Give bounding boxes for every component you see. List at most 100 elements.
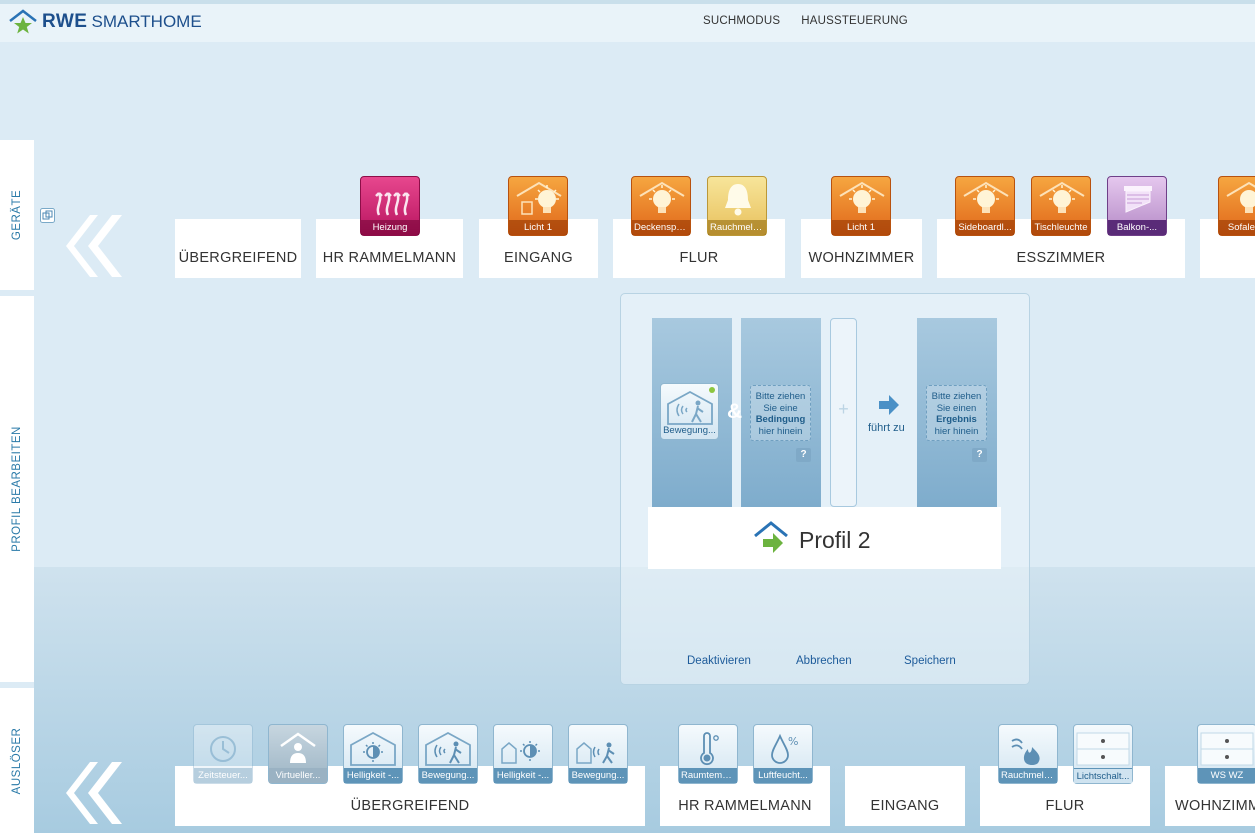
- trigger-tile-label: Luftfeucht...: [754, 768, 812, 783]
- trigger-tile-zeitsteuerung[interactable]: Zeitsteuer...: [193, 724, 253, 784]
- leads-to-label: führt zu: [868, 422, 905, 434]
- device-tile-tischleuchte[interactable]: Tischleuchte: [1031, 176, 1091, 236]
- device-tile-rauchmelder[interactable]: Rauchmeld...: [707, 176, 767, 236]
- device-tile-label: Sofaleu...: [1219, 220, 1255, 235]
- switch-icon: [1200, 732, 1254, 766]
- device-tile-balkon[interactable]: Balkon-...: [1107, 176, 1167, 236]
- virtual-resident-icon: [280, 732, 316, 763]
- device-tile-licht1-wohnzimmer[interactable]: Licht 1: [831, 176, 891, 236]
- device-tile-label: Deckenspots: [632, 220, 690, 235]
- tab-ausloeser[interactable]: AUSLÖSER: [0, 688, 34, 833]
- bulb-icon: [639, 181, 685, 213]
- trigger-tile-label: Bewegung...: [569, 768, 627, 783]
- dropzone-text-bold: Bedingung: [755, 414, 806, 425]
- deactivate-button[interactable]: Deaktivieren: [687, 655, 751, 667]
- trigger-tile-raumtemperatur[interactable]: Raumtemp...: [678, 724, 738, 784]
- trigger-tile-virtueller-bewohner[interactable]: Virtueller...: [268, 724, 328, 784]
- trigger-tile-label: Helligkeit -...: [344, 768, 402, 783]
- device-tile-sofaleuchte[interactable]: Sofaleu...: [1218, 176, 1255, 236]
- condition-dropzone[interactable]: Bitte ziehen Sie eine Bedingung hier hin…: [750, 385, 811, 441]
- profile-name[interactable]: Profil 2: [799, 527, 871, 554]
- trigger-tile-bewegung-2[interactable]: Bewegung...: [568, 724, 628, 784]
- trigger-tile-ws-wz[interactable]: WS WZ: [1197, 724, 1255, 784]
- cancel-button[interactable]: Abbrechen: [796, 655, 852, 667]
- trigger-tile-bewegung-1[interactable]: Bewegung...: [418, 724, 478, 784]
- help-icon[interactable]: ?: [972, 448, 987, 462]
- device-tile-label: Licht 1: [832, 220, 890, 235]
- room-label: HR RAMMELMANN: [678, 798, 812, 814]
- trigger-room-eingang[interactable]: EINGANG: [845, 766, 965, 826]
- trigger-tile-luftfeuchtigkeit[interactable]: % Luftfeucht...: [753, 724, 813, 784]
- room-label: ESSZIMMER: [1016, 250, 1106, 266]
- room-label: EINGANG: [870, 798, 940, 814]
- device-tile-licht1-eingang[interactable]: Licht 1: [508, 176, 568, 236]
- device-tile-heizung[interactable]: Heizung: [360, 176, 420, 236]
- trigger-tile-label: Rauchmeld...: [999, 768, 1057, 783]
- device-tile-label: Sideboardl...: [956, 220, 1014, 235]
- device-tile-sideboardleuchte[interactable]: Sideboardl...: [955, 176, 1015, 236]
- device-tile-label: Heizung: [361, 220, 419, 235]
- device-tile-label: Rauchmeld...: [708, 220, 766, 235]
- switch-icon: [1076, 732, 1130, 766]
- dropzone-text: Bitte ziehen: [755, 391, 806, 402]
- header-bar: RWE SMARTHOME SUCHMODUS HAUSSTEUERUNG: [0, 0, 1255, 42]
- condition-tile-label: Bewegung...: [663, 425, 716, 436]
- help-icon[interactable]: ?: [796, 448, 811, 462]
- room-label: ÜBERGREIFEND: [350, 798, 470, 814]
- device-tile-label: Licht 1: [509, 220, 567, 235]
- shutter-icon: [1124, 186, 1152, 213]
- device-room-uebergreifend[interactable]: ÜBERGREIFEND: [175, 219, 301, 278]
- brand-logo[interactable]: RWE SMARTHOME: [8, 9, 202, 35]
- nav-suchmodus[interactable]: SUCHMODUS: [703, 15, 780, 27]
- trigger-tile-label: Virtueller...: [269, 768, 327, 783]
- tab-profil-label: PROFIL BEARBEITEN: [11, 426, 23, 552]
- smoke-flame-icon: [1011, 738, 1040, 765]
- bell-icon: [725, 184, 751, 216]
- profile-title-bar: Profil 2: [648, 507, 1001, 569]
- bulb-icon: [963, 181, 1009, 213]
- brand-rwe: RWE: [42, 11, 88, 32]
- tab-profil-bearbeiten[interactable]: PROFIL BEARBEITEN: [0, 296, 34, 682]
- trigger-tile-rauchmelder[interactable]: Rauchmeld...: [998, 724, 1058, 784]
- scroll-left-triggers-icon[interactable]: [62, 762, 124, 824]
- arrow-right-icon: [879, 395, 899, 415]
- dropzone-text: Sie eine: [763, 402, 798, 414]
- dropzone-text-bold: Ergebnis: [936, 414, 977, 425]
- room-label: FLUR: [1045, 798, 1085, 814]
- house-star-icon: [9, 9, 37, 34]
- save-button[interactable]: Speichern: [904, 655, 956, 667]
- trigger-tile-helligkeit-1[interactable]: Helligkeit -...: [343, 724, 403, 784]
- condition-tile-bewegung[interactable]: Bewegung...: [660, 383, 719, 440]
- trigger-tile-helligkeit-2[interactable]: Helligkeit -...: [493, 724, 553, 784]
- and-symbol: &: [727, 400, 743, 423]
- tab-geraete-label: GERÄTE: [11, 189, 23, 241]
- plus-symbol: +: [838, 399, 849, 419]
- trigger-tile-label: Raumtemp...: [679, 768, 737, 783]
- room-label: EINGANG: [504, 250, 573, 266]
- nav-haussteuerung[interactable]: HAUSSTEUERUNG: [801, 15, 908, 27]
- status-dot: [709, 387, 715, 393]
- profile-house-arrow-icon: [754, 521, 788, 553]
- thermometer-icon: [700, 732, 719, 766]
- bulb-icon: [516, 181, 562, 215]
- add-condition-column[interactable]: +: [830, 318, 857, 507]
- trigger-tile-label: Bewegung...: [419, 768, 477, 783]
- trigger-tile-lichtschalter[interactable]: Lichtschalt...: [1073, 724, 1133, 784]
- result-dropzone[interactable]: Bitte ziehen Sie einen Ergebnis hier hin…: [926, 385, 987, 441]
- scroll-left-devices-icon[interactable]: [62, 215, 124, 277]
- dropzone-text: hier hinein: [934, 425, 979, 437]
- bulb-icon: [1039, 181, 1085, 213]
- trigger-tile-label: Helligkeit -...: [494, 768, 552, 783]
- tab-ausloeser-label: AUSLÖSER: [11, 727, 23, 794]
- device-tile-deckenspots[interactable]: Deckenspots: [631, 176, 691, 236]
- svg-text:%: %: [788, 735, 798, 748]
- tab-geraete[interactable]: GERÄTE: [0, 140, 34, 290]
- motion-icon: [667, 390, 713, 425]
- trigger-tile-label: WS WZ: [1198, 768, 1255, 783]
- brightness-icon: [501, 741, 540, 764]
- bulb-icon: [839, 181, 885, 213]
- trigger-tile-label: Zeitsteuer...: [194, 768, 252, 783]
- room-label: HR RAMMELMANN: [322, 250, 457, 266]
- window-restore-icon[interactable]: [40, 208, 55, 223]
- dropzone-text: hier hinein: [758, 425, 803, 437]
